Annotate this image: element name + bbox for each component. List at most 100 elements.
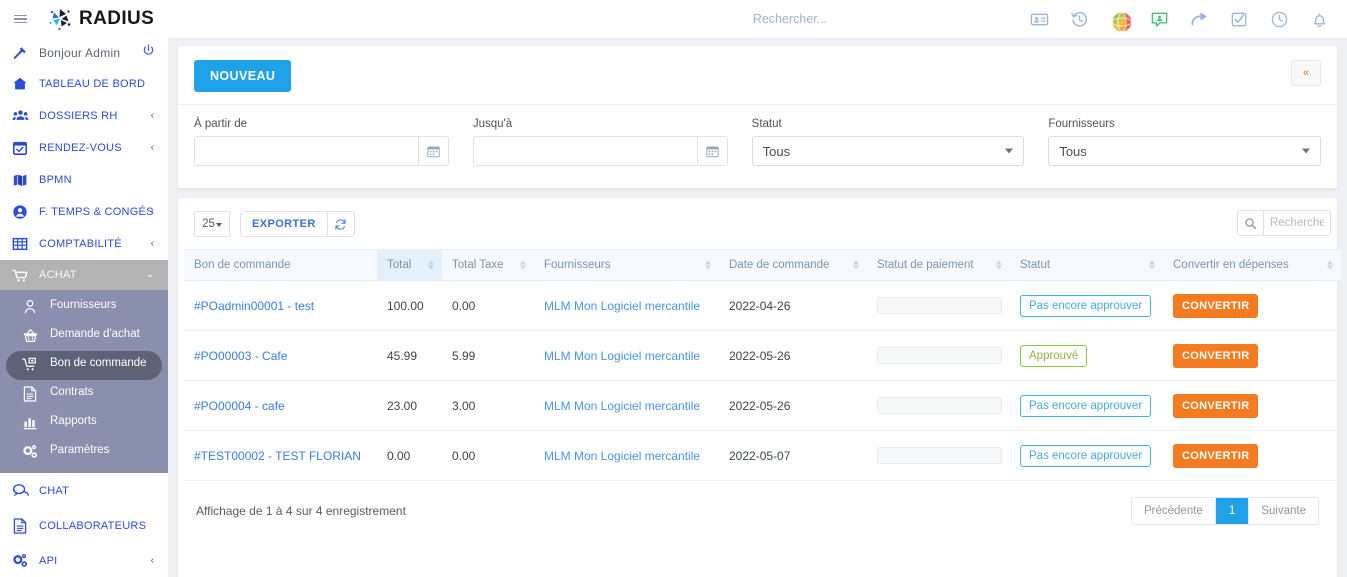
- filter-to: Jusqu'à: [472, 118, 728, 166]
- global-search-input[interactable]: [640, 12, 940, 26]
- payment-status-input[interactable]: [877, 297, 1002, 314]
- sidebar-item-api[interactable]: API ‹: [0, 543, 168, 577]
- column-header-bon-de-commande[interactable]: Bon de commande: [184, 249, 377, 281]
- sidebar-item-achat[interactable]: ACHAT ⌄: [0, 260, 168, 290]
- column-label: Total Taxe: [452, 259, 504, 271]
- radius-logo-icon: [46, 5, 74, 33]
- sidebar-item-bpmn[interactable]: BPMN: [0, 164, 168, 196]
- pagination-page-1[interactable]: 1: [1215, 498, 1250, 524]
- bell-icon[interactable]: [1310, 10, 1329, 29]
- from-date-field[interactable]: [195, 137, 418, 165]
- sidebar-item-rapports[interactable]: Rapports: [0, 409, 168, 438]
- filter-status: Statut Tous: [751, 118, 1025, 166]
- sidebar-item-comptabilite[interactable]: COMPTABILITÉ ‹: [0, 228, 168, 260]
- purchase-order-link[interactable]: #TEST00002 - TEST FLORIAN: [194, 449, 361, 463]
- history-icon[interactable]: [1070, 10, 1089, 29]
- cell-convertir: CONVERTIR: [1163, 280, 1341, 331]
- supplier-link[interactable]: MLM Mon Logiciel mercantile: [544, 449, 700, 463]
- sidebar-label: CHAT: [39, 484, 70, 497]
- cell-bon-de-commande: #PO00003 - Cafe: [184, 330, 377, 381]
- table-row: #TEST00002 - TEST FLORIAN 0.00 0.00 MLM …: [184, 430, 1341, 481]
- app-logo[interactable]: RADIUS: [46, 5, 154, 33]
- purchase-order-link[interactable]: #POadmin00001 - test: [194, 299, 314, 313]
- new-button[interactable]: NOUVEAU: [194, 60, 292, 92]
- top-bar-icons: [1030, 0, 1329, 38]
- to-label: Jusqu'à: [472, 118, 513, 130]
- chat-person-icon[interactable]: [1150, 10, 1169, 29]
- table-footer: Affichage de 1 à 4 sur 4 enregistrement …: [184, 481, 1331, 525]
- calendar-icon: [427, 146, 440, 157]
- calendar-icon: [705, 146, 719, 157]
- from-date-input[interactable]: [194, 136, 449, 166]
- logout-icon[interactable]: [142, 44, 155, 62]
- id-card-icon[interactable]: [1030, 10, 1049, 29]
- cell-date: 2022-05-26: [719, 380, 867, 431]
- suppliers-select[interactable]: Tous: [1048, 136, 1321, 166]
- table-search-button[interactable]: [1237, 210, 1263, 236]
- status-badge[interactable]: Pas encore approuver: [1020, 294, 1152, 317]
- status-badge[interactable]: Pas encore approuver: [1020, 394, 1152, 417]
- column-header-statut[interactable]: Statut: [1010, 249, 1163, 281]
- column-header-total[interactable]: Total: [377, 249, 442, 281]
- column-header-convertir-en-depenses[interactable]: Convertir en dépenses: [1163, 249, 1341, 281]
- supplier-link[interactable]: MLM Mon Logiciel mercantile: [544, 299, 700, 313]
- clock-icon[interactable]: [1270, 10, 1289, 29]
- convert-button[interactable]: CONVERTIR: [1173, 443, 1259, 468]
- chevron-down-icon: ⌄: [145, 269, 154, 280]
- convert-button[interactable]: CONVERTIR: [1173, 293, 1259, 318]
- payment-status-input[interactable]: [877, 347, 1002, 364]
- sidebar-item-demande-dachat[interactable]: Demande d'achat: [0, 322, 168, 351]
- export-button[interactable]: EXPORTER: [240, 211, 327, 237]
- supplier-link[interactable]: MLM Mon Logiciel mercantile: [544, 399, 700, 413]
- global-search[interactable]: [640, 0, 940, 38]
- purchase-orders-table: Bon de commande Total Total Taxe Fournis…: [184, 249, 1341, 481]
- cell-total: 100.00: [377, 280, 442, 331]
- pagination-previous[interactable]: Précédente: [1132, 498, 1216, 524]
- to-date-field[interactable]: [473, 137, 697, 165]
- pagination-next[interactable]: Suivante: [1249, 498, 1318, 524]
- convert-button[interactable]: CONVERTIR: [1173, 343, 1259, 368]
- cell-date: 2022-05-26: [719, 330, 867, 381]
- column-label: Fournisseurs: [544, 259, 611, 271]
- purchase-order-link[interactable]: #PO00003 - Cafe: [194, 349, 287, 363]
- sidebar-item-fournisseurs[interactable]: Fournisseurs: [0, 293, 168, 322]
- sidebar-item-f-temps-conges[interactable]: F. TEMPS & CONGÉS ‹: [0, 196, 168, 228]
- sidebar-item-parametres[interactable]: Paramètres: [0, 438, 168, 467]
- column-header-total-taxe[interactable]: Total Taxe: [442, 249, 534, 281]
- status-badge[interactable]: Approuvé: [1020, 344, 1088, 367]
- share-arrow-icon[interactable]: [1190, 10, 1209, 29]
- sidebar-item-bon-de-commande[interactable]: Bon de commande: [6, 351, 162, 380]
- to-date-input[interactable]: [472, 136, 728, 166]
- menu-toggle-icon[interactable]: [6, 14, 34, 24]
- sort-icon: [1149, 260, 1155, 270]
- sidebar-item-collaborateurs[interactable]: COLLABORATEURS: [0, 508, 168, 543]
- bar-chart-icon: [20, 414, 40, 430]
- convert-button[interactable]: CONVERTIR: [1173, 393, 1259, 418]
- page-length-select[interactable]: 25: [194, 211, 230, 237]
- payment-status-input[interactable]: [877, 397, 1002, 414]
- sidebar-item-tableau-de-bord[interactable]: TABLEAU DE BORD: [0, 68, 168, 100]
- column-header-date-de-commande[interactable]: Date de commande: [719, 249, 867, 281]
- collapse-panel-button[interactable]: «: [1291, 60, 1321, 86]
- payment-status-input[interactable]: [877, 447, 1002, 464]
- purchase-order-link[interactable]: #PO00004 - cafe: [194, 399, 285, 413]
- sidebar-item-rendez-vous[interactable]: RENDEZ-VOUS ‹: [0, 132, 168, 164]
- status-badge[interactable]: Pas encore approuver: [1020, 444, 1152, 467]
- to-date-picker-button[interactable]: [696, 137, 727, 165]
- cell-fournisseur: MLM Mon Logiciel mercantile: [534, 330, 719, 381]
- refresh-button[interactable]: [326, 211, 355, 237]
- sidebar-item-contrats[interactable]: Contrats: [0, 380, 168, 409]
- sidebar-item-chat[interactable]: CHAT: [0, 473, 168, 508]
- checkbox-icon[interactable]: [1230, 10, 1249, 29]
- purchase-orders-table-card: 25 EXPORTER Rechercher Bon de commande T…: [178, 198, 1341, 577]
- search-icon: [1245, 217, 1257, 229]
- table-search-input[interactable]: [1263, 210, 1331, 236]
- status-select[interactable]: Tous: [751, 136, 1025, 166]
- from-date-picker-button[interactable]: [417, 137, 448, 165]
- column-header-statut-de-paiement[interactable]: Statut de paiement: [867, 249, 1010, 281]
- gears-icon: [20, 443, 40, 459]
- column-header-fournisseurs[interactable]: Fournisseurs: [534, 249, 719, 281]
- globe-sphere-icon[interactable]: [1110, 10, 1133, 32]
- sidebar-item-dossiers-rh[interactable]: DOSSIERS RH ‹: [0, 100, 168, 132]
- supplier-link[interactable]: MLM Mon Logiciel mercantile: [544, 349, 700, 363]
